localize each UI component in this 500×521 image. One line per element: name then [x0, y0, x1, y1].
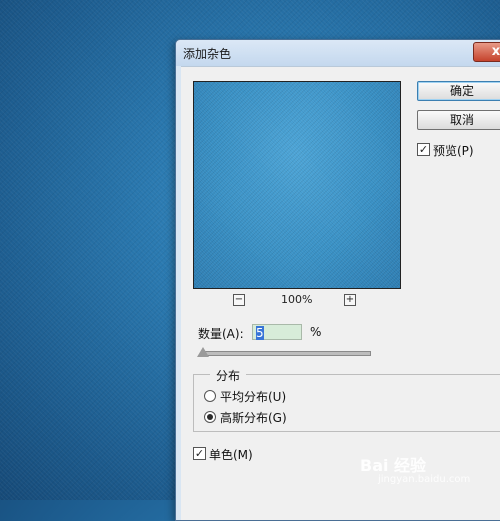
uniform-label: 平均分布(U)	[220, 390, 287, 404]
amount-label: 数量(A):	[198, 327, 244, 341]
preview-checkbox[interactable]: ✓	[417, 143, 430, 156]
distribution-title: 分布	[210, 367, 247, 384]
dialog-body: − 100% + 确定 取消 ✓ 预览(P) 数量(A): 5 % 分布 平均分…	[181, 66, 500, 520]
uniform-radio[interactable]	[204, 390, 216, 402]
ok-button[interactable]: 确定	[417, 81, 500, 101]
amount-unit: %	[310, 325, 322, 339]
zoom-level: 100%	[281, 293, 313, 306]
watermark-url: jingyan.baidu.com	[378, 474, 471, 485]
dialog-title: 添加杂色	[183, 47, 232, 61]
gaussian-label: 高斯分布(G)	[220, 411, 287, 425]
amount-slider-thumb[interactable]	[197, 347, 209, 357]
noise-preview-image[interactable]	[193, 81, 401, 289]
preview-label: 预览(P)	[433, 144, 474, 158]
amount-value: 5	[256, 326, 264, 340]
monochromatic-label: 单色(M)	[209, 448, 253, 462]
gaussian-radio[interactable]	[204, 411, 216, 423]
watermark-logo: Bai 经验	[360, 456, 427, 475]
add-noise-dialog: 添加杂色 x − 100% + 确定 取消 ✓ 预览(P) 数量(A): 5 %…	[175, 39, 500, 521]
zoom-out-button[interactable]: −	[233, 294, 245, 306]
cancel-button[interactable]: 取消	[417, 110, 500, 130]
dialog-titlebar[interactable]: 添加杂色 x	[176, 40, 500, 66]
zoom-in-button[interactable]: +	[344, 294, 356, 306]
amount-slider-track[interactable]	[201, 351, 371, 356]
monochromatic-checkbox[interactable]: ✓	[193, 447, 206, 460]
close-button[interactable]: x	[473, 42, 500, 62]
amount-input[interactable]: 5	[252, 324, 302, 340]
distribution-group: 分布 平均分布(U) 高斯分布(G)	[193, 367, 500, 432]
checkmark-icon: ✓	[194, 447, 205, 460]
checkmark-icon: ✓	[418, 143, 429, 156]
